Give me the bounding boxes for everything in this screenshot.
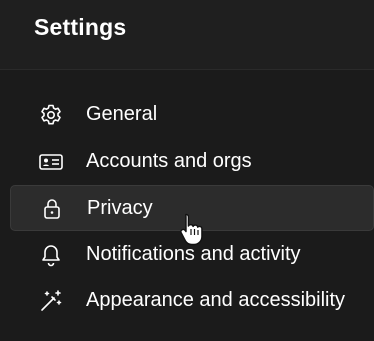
magic-wand-icon (38, 289, 64, 313)
menu-item-general[interactable]: General (10, 92, 374, 138)
menu-item-notifications-and-activity[interactable]: Notifications and activity (10, 232, 374, 278)
menu-item-label: Notifications and activity (86, 243, 301, 265)
menu-item-label: Privacy (87, 197, 153, 219)
menu-item-label: Appearance and accessibility (86, 289, 346, 311)
menu-item-accounts-and-orgs[interactable]: Accounts and orgs (10, 139, 374, 185)
menu-item-label: General (86, 103, 158, 125)
menu-item-label: Accounts and orgs (86, 150, 252, 172)
header-divider (0, 69, 374, 70)
page-title: Settings (34, 14, 127, 40)
menu-item-appearance-and-accessibility[interactable]: Appearance and accessibility (10, 278, 374, 324)
menu-item-privacy[interactable]: Privacy (10, 185, 374, 231)
settings-header: Settings (0, 0, 374, 69)
gear-icon (38, 103, 64, 127)
lock-icon (39, 197, 65, 221)
id-card-icon (38, 150, 64, 174)
bell-icon (38, 243, 64, 267)
